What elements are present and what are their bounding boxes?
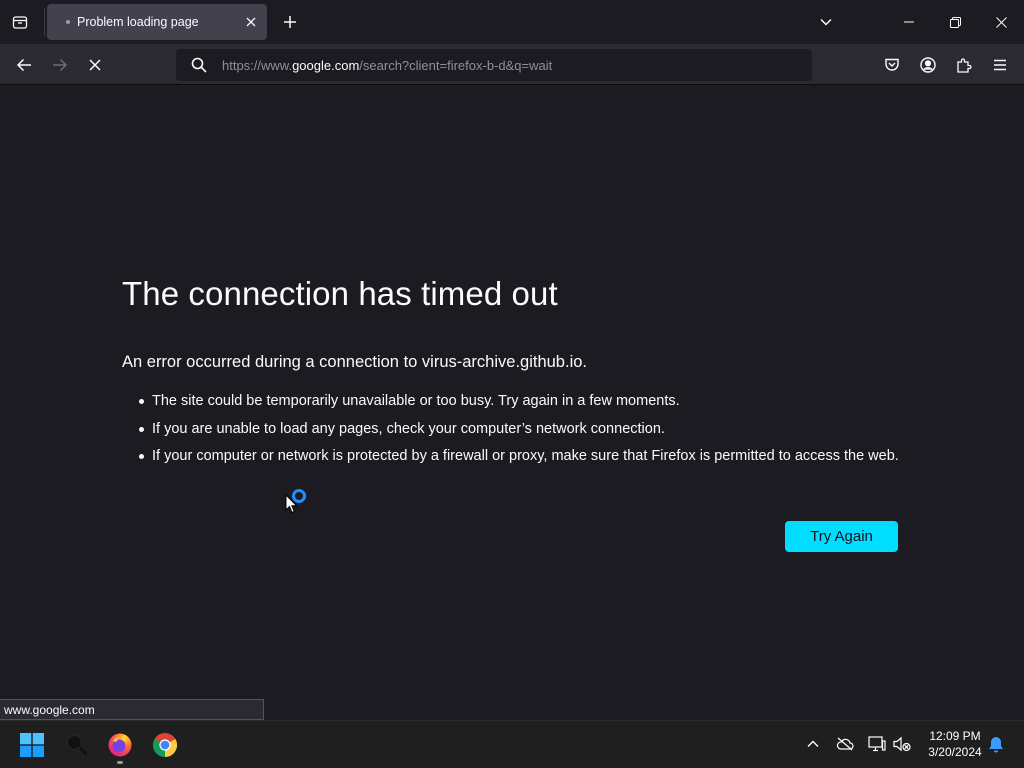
list-item: The site could be temporarily unavailabl… xyxy=(122,391,902,411)
system-clock[interactable]: 12:09 PM 3/20/2024 xyxy=(920,728,990,760)
restore-button[interactable] xyxy=(932,0,978,44)
minimize-icon xyxy=(904,21,914,23)
pocket-icon xyxy=(885,58,899,71)
account-icon xyxy=(920,57,936,73)
url-text[interactable]: https://www.google.com/search?client=fir… xyxy=(222,58,552,73)
close-window-button[interactable] xyxy=(978,0,1024,44)
show-hidden-icons-button[interactable] xyxy=(802,733,824,755)
taskbar: 12:09 PM 3/20/2024 xyxy=(0,720,1024,768)
try-again-button[interactable]: Try Again xyxy=(785,521,898,552)
new-tab-button[interactable] xyxy=(278,8,302,36)
chevron-up-icon xyxy=(807,740,819,747)
url-bar[interactable]: https://www.google.com/search?client=fir… xyxy=(176,49,812,81)
url-domain: google.com xyxy=(292,57,360,73)
menu-button[interactable] xyxy=(985,50,1015,80)
taskbar-chrome[interactable] xyxy=(147,727,183,763)
account-button[interactable] xyxy=(913,50,943,80)
url-suffix: /search?client=firefox-b-d&q=wait xyxy=(359,57,553,73)
error-suggestions-list: The site could be temporarily unavailabl… xyxy=(122,391,902,474)
tab-close-button[interactable] xyxy=(241,12,261,32)
page-content: The connection has timed out An error oc… xyxy=(0,85,1024,720)
pocket-button[interactable] xyxy=(877,50,907,80)
chrome-icon xyxy=(152,733,178,757)
volume-muted-icon xyxy=(893,736,911,752)
close-icon xyxy=(246,17,256,27)
forward-button[interactable] xyxy=(45,50,75,80)
search-icon xyxy=(67,735,88,756)
search-icon xyxy=(189,55,209,75)
menu-icon xyxy=(994,59,1006,71)
back-button[interactable] xyxy=(9,50,39,80)
notifications-button[interactable] xyxy=(985,733,1007,755)
plus-icon xyxy=(284,16,296,28)
url-prefix: https://www. xyxy=(222,57,293,73)
onedrive-tray-button[interactable] xyxy=(834,733,856,755)
tab-list-icon xyxy=(12,16,28,29)
clock-time: 12:09 PM xyxy=(929,729,981,743)
stop-icon xyxy=(89,59,101,71)
network-icon xyxy=(868,736,886,752)
extensions-icon xyxy=(957,58,972,73)
tab-active[interactable]: Problem loading page xyxy=(47,4,267,40)
windows-start-icon xyxy=(20,733,44,757)
list-item: If your computer or network is protected… xyxy=(122,446,902,466)
cloud-off-icon xyxy=(836,737,854,751)
list-all-tabs-button[interactable] xyxy=(812,8,840,36)
taskbar-firefox[interactable] xyxy=(102,727,138,763)
tab-divider xyxy=(44,8,45,36)
stop-button[interactable] xyxy=(80,50,110,80)
error-description: An error occurred during a connection to… xyxy=(122,353,587,371)
tab-strip: Problem loading page xyxy=(0,0,1024,44)
navigation-toolbar: https://www.google.com/search?client=fir… xyxy=(0,44,1024,85)
back-arrow-icon xyxy=(16,58,31,72)
firefox-icon xyxy=(108,733,132,757)
bell-icon xyxy=(989,736,1003,752)
running-indicator xyxy=(117,761,123,764)
close-icon xyxy=(995,16,1007,28)
tab-list-button[interactable] xyxy=(6,8,34,36)
restore-icon xyxy=(949,16,961,28)
status-link-preview: www.google.com xyxy=(0,699,264,720)
tab-loading-dot xyxy=(66,20,70,24)
busy-indicator-icon xyxy=(292,489,306,503)
forward-arrow-icon xyxy=(53,58,68,72)
chevron-down-icon xyxy=(820,18,832,26)
taskbar-search-button[interactable] xyxy=(59,727,95,763)
error-title: The connection has timed out xyxy=(122,275,558,312)
list-item: If you are unable to load any pages, che… xyxy=(122,419,902,439)
network-tray-button[interactable] xyxy=(866,733,888,755)
clock-date: 3/20/2024 xyxy=(928,745,982,759)
volume-tray-button[interactable] xyxy=(891,733,913,755)
start-button[interactable] xyxy=(14,727,50,763)
extensions-button[interactable] xyxy=(949,50,979,80)
minimize-button[interactable] xyxy=(886,0,932,44)
tab-title: Problem loading page xyxy=(77,15,199,29)
